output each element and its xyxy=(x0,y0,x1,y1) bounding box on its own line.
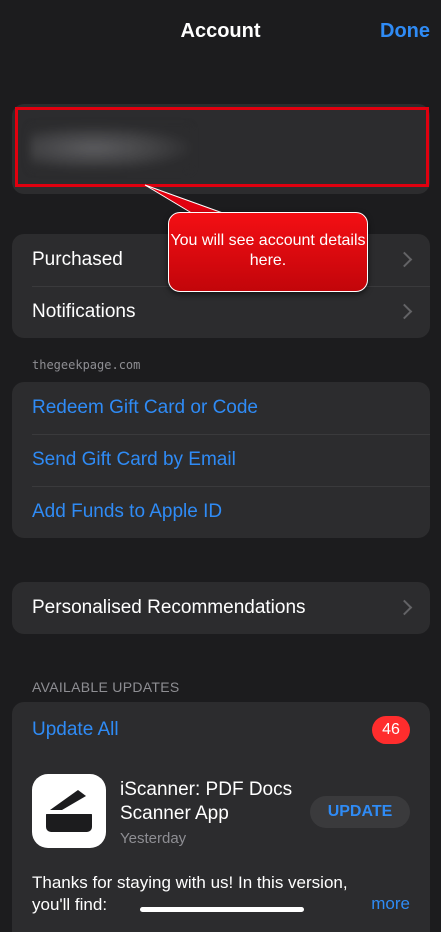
chevron-right-icon xyxy=(396,251,413,268)
chevron-right-icon xyxy=(396,303,413,320)
done-button[interactable]: Done xyxy=(380,20,430,43)
updates-count-badge: 46 xyxy=(372,716,410,744)
add-funds-link[interactable]: Add Funds to Apple ID xyxy=(12,486,430,538)
recommendations-card: Personalised Recommendations xyxy=(12,582,430,634)
app-name[interactable]: iScanner: PDF Docs Scanner App xyxy=(120,778,310,826)
app-update-date: Yesterday xyxy=(120,830,187,847)
purchased-label: Purchased xyxy=(32,249,123,270)
home-indicator[interactable] xyxy=(140,907,304,912)
send-gift-card-link[interactable]: Send Gift Card by Email xyxy=(12,434,430,486)
notifications-label: Notifications xyxy=(32,301,136,322)
app-update-button[interactable]: UPDATE xyxy=(310,796,410,828)
personalised-recommendations-row[interactable]: Personalised Recommendations xyxy=(12,582,430,634)
redeem-gift-card-link[interactable]: Redeem Gift Card or Code xyxy=(12,382,430,434)
annotation-callout: You will see account details here. xyxy=(168,212,368,292)
annotation-highlight-box xyxy=(15,107,429,187)
available-updates-header: AVAILABLE UPDATES xyxy=(32,679,180,695)
gift-card-menu-card: Redeem Gift Card or Code Send Gift Card … xyxy=(12,382,430,538)
scanner-icon[interactable] xyxy=(32,774,106,848)
update-all-button[interactable]: Update All xyxy=(32,719,119,741)
watermark: thegeekpage.com xyxy=(32,358,141,372)
updates-card: Update All 46 iScanner: PDF Docs Scanner… xyxy=(12,702,430,932)
nav-title: Account xyxy=(180,20,261,42)
notifications-row[interactable]: Notifications xyxy=(12,286,430,338)
chevron-right-icon xyxy=(396,599,413,616)
personalised-recommendations-label: Personalised Recommendations xyxy=(32,597,306,618)
more-link[interactable]: more xyxy=(371,894,410,914)
